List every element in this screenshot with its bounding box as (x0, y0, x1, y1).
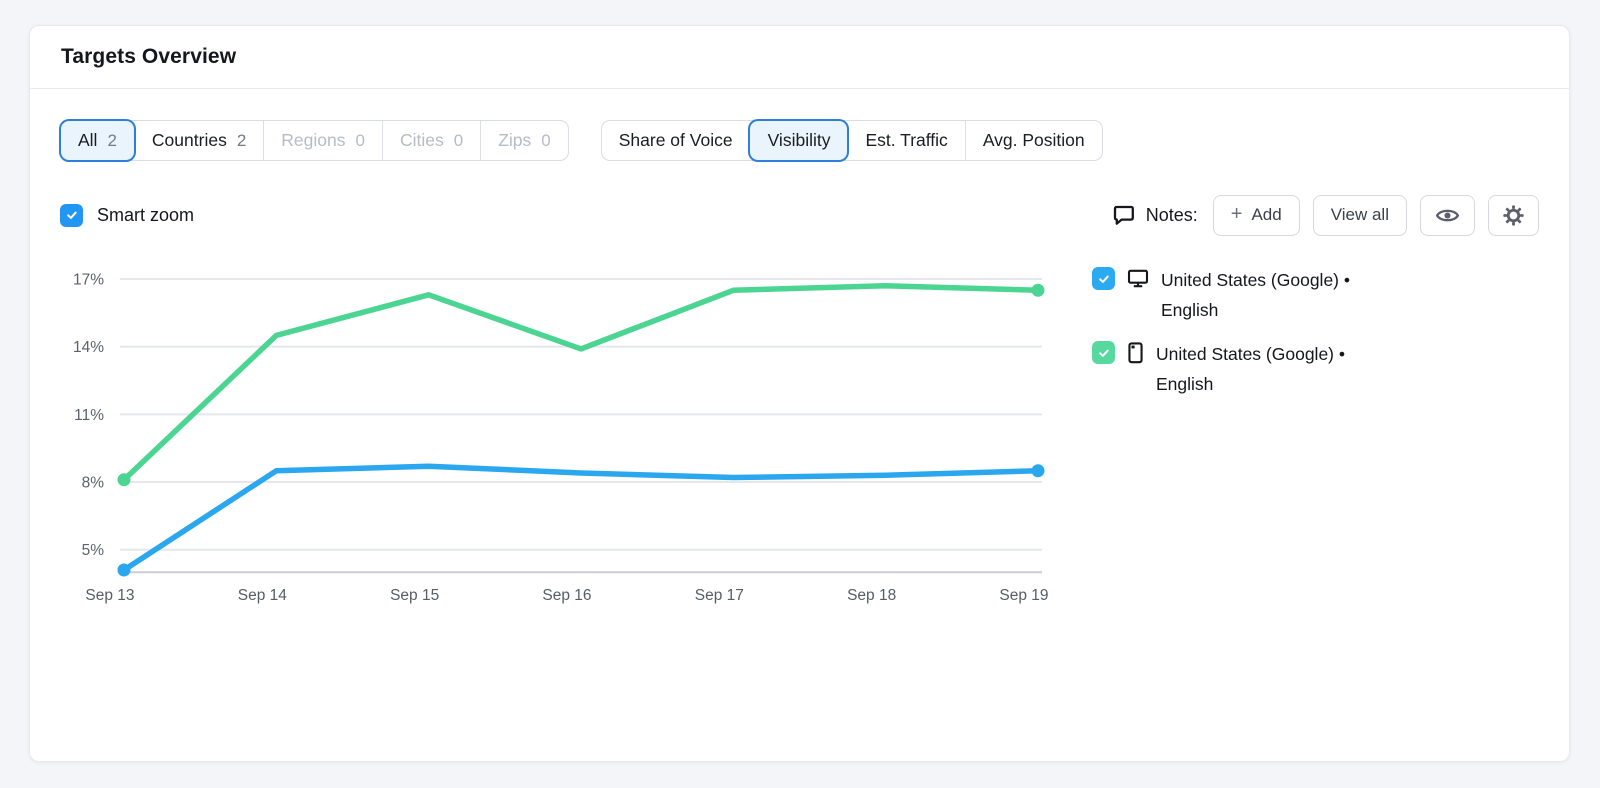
target-filter-label: Regions (281, 130, 345, 151)
series-line-1[interactable] (124, 286, 1038, 480)
x-axis-tick: Sep 16 (542, 587, 591, 604)
plus-icon: + (1231, 204, 1243, 224)
legend-item-mobile[interactable]: United States (Google) • English (1092, 339, 1522, 399)
x-axis-tick: Sep 19 (999, 587, 1048, 604)
card-header: Targets Overview (30, 26, 1569, 89)
metric-tab-avg-position[interactable]: Avg. Position (965, 121, 1102, 160)
chart-row: 17% 14% 11% 8% 5% Sep 13 Sep 14 Sep 15 Sep 16 Sep… (60, 257, 1539, 610)
metric-tab-label: Visibility (768, 130, 831, 151)
target-filter-countries[interactable]: Countries 2 (134, 121, 263, 160)
x-axis-tick: Sep 13 (85, 587, 134, 604)
target-filter-all[interactable]: All 2 (61, 121, 134, 160)
target-filter-label: All (78, 130, 97, 151)
target-filter-count: 2 (237, 131, 246, 151)
view-all-notes-button[interactable]: View all (1313, 195, 1407, 236)
metric-tab-est-traffic[interactable]: Est. Traffic (847, 121, 964, 160)
target-filter-count: 0 (541, 131, 550, 151)
metric-tab-visibility[interactable]: Visibility (750, 121, 848, 160)
desktop-icon (1127, 268, 1149, 289)
add-note-button[interactable]: + Add (1213, 195, 1300, 236)
series-endpoint-0[interactable] (1032, 464, 1045, 477)
series-endpoint-1[interactable] (1032, 284, 1045, 297)
page-title: Targets Overview (61, 45, 236, 69)
checkmark-icon (65, 208, 79, 222)
target-filter-zips: Zips 0 (480, 121, 568, 160)
target-filter-group: All 2 Countries 2 Regions 0 Cities 0 Zips 0 (60, 120, 569, 161)
metric-tab-label: Avg. Position (983, 130, 1085, 151)
filters-row: All 2 Countries 2 Regions 0 Cities 0 Zips 0 Share… (60, 120, 1539, 161)
target-filter-count: 2 (107, 131, 116, 151)
smart-zoom-toggle[interactable]: Smart zoom (60, 204, 194, 227)
x-axis-tick: Sep 17 (695, 587, 744, 604)
legend-label: United States (Google) • English (1161, 265, 1409, 325)
checkmark-icon (1097, 346, 1111, 360)
notes-label-wrap: Notes: (1112, 203, 1198, 227)
settings-button[interactable] (1488, 195, 1539, 236)
card-body: All 2 Countries 2 Regions 0 Cities 0 Zips 0 Share… (30, 89, 1569, 610)
chart-legend: United States (Google) • English United S… (1092, 257, 1522, 399)
target-filter-label: Countries (152, 130, 227, 151)
y-axis-tick: 14% (73, 339, 104, 356)
notes-group: Notes: + Add View all (1112, 195, 1539, 236)
y-axis-tick: 8% (82, 475, 105, 492)
controls-row: Smart zoom Notes: + Add View all (60, 193, 1539, 237)
x-axis-tick: Sep 18 (847, 587, 896, 604)
target-filter-regions: Regions 0 (263, 121, 382, 160)
metric-tab-group: Share of Voice Visibility Est. Traffic Avg.… (601, 120, 1103, 161)
view-all-label: View all (1331, 205, 1389, 225)
metric-tab-share-of-voice[interactable]: Share of Voice (602, 121, 750, 160)
legend-item-desktop[interactable]: United States (Google) • English (1092, 265, 1522, 325)
legend-label: United States (Google) • English (1156, 339, 1404, 399)
legend-checkbox-desktop[interactable] (1092, 267, 1115, 290)
target-filter-count: 0 (454, 131, 463, 151)
smart-zoom-checkbox[interactable] (60, 204, 83, 227)
visibility-line-chart[interactable]: 17% 14% 11% 8% 5% Sep 13 Sep 14 Sep 15 Sep 16 Sep… (60, 257, 1052, 605)
target-filter-label: Cities (400, 130, 444, 151)
chart-area: 17% 14% 11% 8% 5% Sep 13 Sep 14 Sep 15 Sep 16 Sep… (60, 257, 1052, 610)
eye-icon (1435, 206, 1460, 225)
x-axis-tick: Sep 15 (390, 587, 439, 604)
notes-label: Notes: (1146, 205, 1198, 226)
checkmark-icon (1097, 272, 1111, 286)
target-filter-label: Zips (498, 130, 531, 151)
x-axis-tick: Sep 14 (238, 587, 288, 604)
y-axis-tick: 11% (74, 407, 104, 424)
y-axis-tick: 17% (73, 272, 104, 289)
series-endpoint-1[interactable] (118, 473, 131, 486)
target-filter-count: 0 (356, 131, 365, 151)
y-axis-tick: 5% (82, 542, 105, 559)
legend-checkbox-mobile[interactable] (1092, 341, 1115, 364)
mobile-icon (1127, 342, 1144, 364)
notes-bubble-icon (1112, 203, 1136, 227)
toggle-visibility-button[interactable] (1420, 195, 1475, 236)
gear-icon (1503, 205, 1524, 226)
target-filter-cities: Cities 0 (382, 121, 480, 160)
series-endpoint-0[interactable] (118, 563, 131, 576)
targets-overview-card: Targets Overview All2Countries2Regions0C… (29, 25, 1570, 762)
metric-tab-label: Share of Voice (619, 130, 733, 151)
metric-tab-label: Est. Traffic (865, 130, 947, 151)
add-note-label: Add (1251, 205, 1281, 225)
smart-zoom-label: Smart zoom (97, 205, 194, 226)
